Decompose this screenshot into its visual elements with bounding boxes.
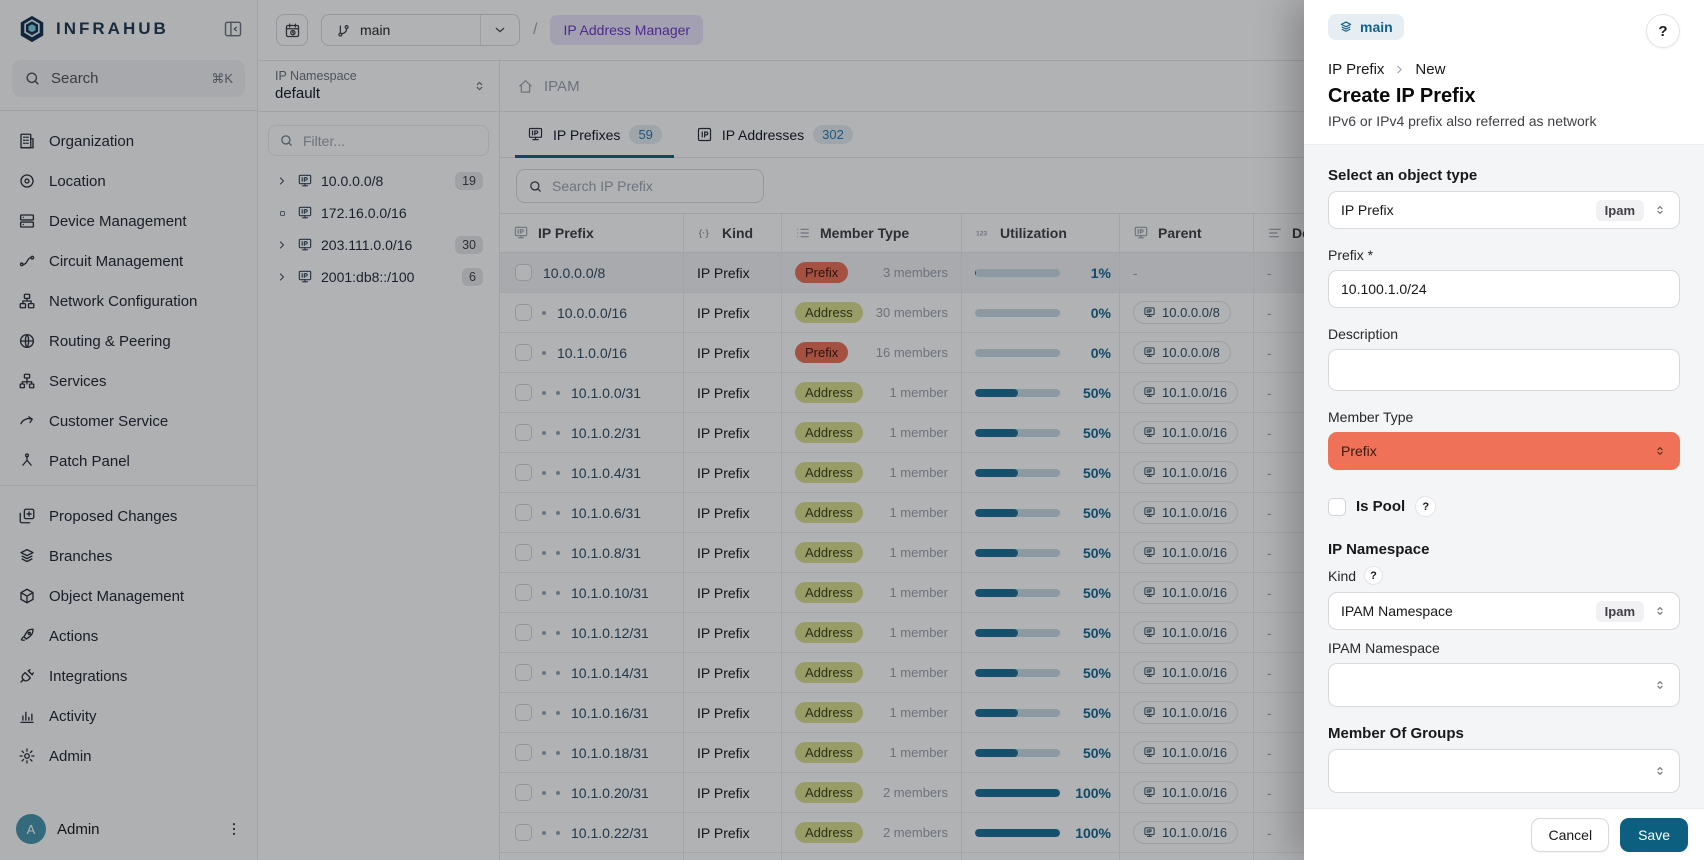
prefix-field-value: 10.100.1.0/24 (1341, 281, 1427, 297)
drawer-header: main ? IP Prefix New Create IP Prefix IP… (1304, 0, 1704, 144)
dim-overlay (0, 0, 1304, 860)
updown-chevron-icon (1653, 444, 1667, 458)
kind-select[interactable]: IPAM Namespace Ipam (1328, 592, 1680, 630)
member-type-select[interactable]: Prefix (1328, 432, 1680, 470)
is-pool-label: Is Pool (1356, 498, 1405, 515)
object-type-value: IP Prefix (1341, 202, 1394, 218)
updown-chevron-icon (1653, 764, 1667, 778)
object-type-select[interactable]: IP Prefix Ipam (1328, 191, 1680, 229)
updown-chevron-icon (1653, 604, 1667, 618)
ipam-badge: Ipam (1596, 200, 1644, 221)
help-button[interactable]: ? (1646, 14, 1680, 48)
ipam-namespace-select[interactable] (1328, 663, 1680, 707)
prefix-field[interactable]: 10.100.1.0/24 (1328, 270, 1680, 308)
drawer-title: Create IP Prefix (1328, 85, 1680, 108)
prefix-field-label: Prefix * (1328, 247, 1680, 263)
member-type-label: Member Type (1328, 409, 1680, 425)
kind-help-icon[interactable]: ? (1364, 566, 1383, 585)
object-type-label: Select an object type (1328, 167, 1680, 184)
create-ip-prefix-drawer: main ? IP Prefix New Create IP Prefix IP… (1304, 0, 1704, 860)
description-field-label: Description (1328, 326, 1680, 342)
kind-label-text: Kind (1328, 568, 1356, 584)
updown-chevron-icon (1653, 678, 1667, 692)
description-field[interactable] (1328, 349, 1680, 391)
kind-value: IPAM Namespace (1341, 603, 1453, 619)
drawer-footer: Cancel Save (1304, 808, 1704, 860)
updown-chevron-icon (1653, 203, 1667, 217)
ipam-namespace-label: IPAM Namespace (1328, 640, 1680, 656)
drawer-branch-name: main (1360, 19, 1393, 35)
drawer-subtitle: IPv6 or IPv4 prefix also referred as net… (1328, 113, 1680, 129)
drawer-breadcrumb: IP Prefix New (1328, 61, 1680, 78)
ipam-badge: Ipam (1596, 601, 1644, 622)
is-pool-help-icon[interactable]: ? (1415, 496, 1436, 517)
member-of-groups-select[interactable] (1328, 749, 1680, 793)
drawer-branch-badge[interactable]: main (1328, 14, 1404, 40)
chevron-right-icon (1393, 63, 1406, 76)
save-button[interactable]: Save (1620, 818, 1688, 852)
drawer-form: Select an object type IP Prefix Ipam Pre… (1304, 144, 1704, 808)
app-window: INFRAHUB Search ⌘K OrganizationLocationD… (0, 0, 1704, 860)
kind-label: Kind ? (1328, 566, 1680, 585)
drawer-breadcrumb-root[interactable]: IP Prefix (1328, 61, 1384, 78)
is-pool-checkbox[interactable] (1328, 498, 1346, 516)
cancel-button[interactable]: Cancel (1531, 818, 1609, 852)
ip-namespace-section-title: IP Namespace (1328, 541, 1680, 558)
drawer-breadcrumb-current: New (1415, 61, 1445, 78)
member-type-value: Prefix (1341, 443, 1377, 459)
layers-icon (1339, 20, 1353, 34)
member-of-groups-label: Member Of Groups (1328, 725, 1680, 742)
